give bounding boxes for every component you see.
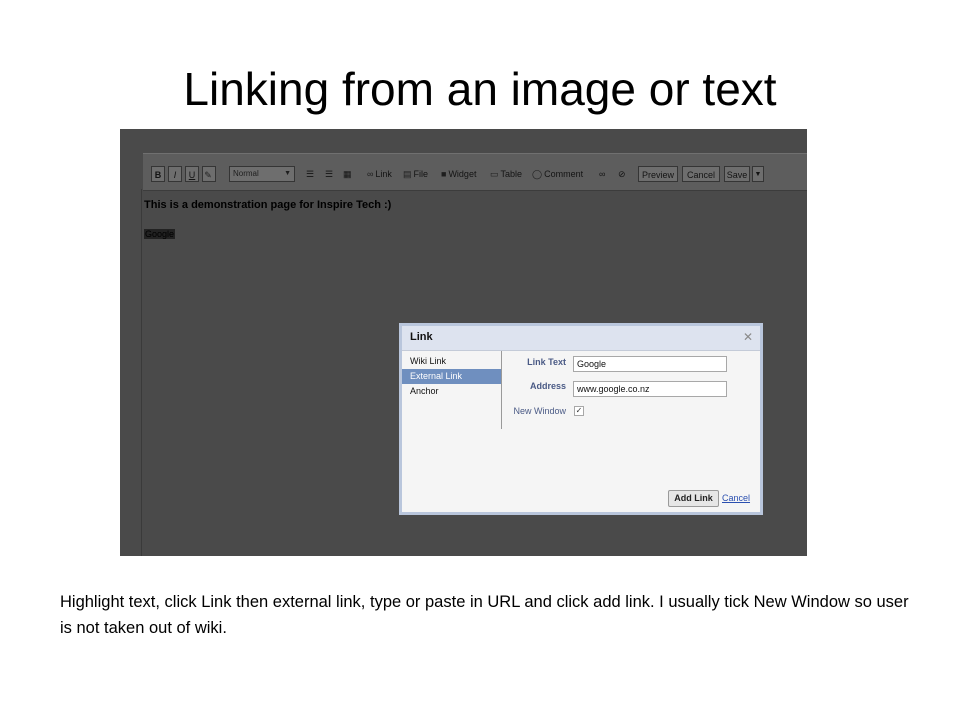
- save-menu-button[interactable]: ▼: [752, 166, 764, 182]
- italic-button[interactable]: I: [168, 166, 182, 182]
- address-input[interactable]: www.google.co.nz: [573, 381, 727, 397]
- new-window-checkbox[interactable]: ✓: [574, 406, 584, 416]
- paint-icon: ✎: [204, 170, 212, 180]
- comment-icon: ◯: [532, 169, 543, 179]
- unlink-icon[interactable]: ⊘: [618, 166, 626, 182]
- link-dialog: Link ✕ Wiki Link External Link Anchor Li…: [399, 323, 763, 515]
- cancel-button[interactable]: Cancel: [682, 166, 720, 182]
- link-text-input[interactable]: Google: [573, 356, 727, 372]
- chevron-down-icon: ▼: [284, 170, 291, 177]
- tab-wiki-link[interactable]: Wiki Link: [402, 354, 501, 369]
- table-icon: ▭: [490, 169, 499, 179]
- close-icon[interactable]: ✕: [743, 330, 753, 344]
- cancel-link[interactable]: Cancel: [722, 493, 750, 503]
- link-button[interactable]: ∞ Link: [367, 166, 392, 182]
- add-link-button[interactable]: Add Link: [668, 490, 719, 507]
- slide-title: Linking from an image or text: [183, 63, 777, 115]
- link-text-label: Link Text: [527, 357, 566, 367]
- table-button[interactable]: ▭ Table: [490, 166, 522, 182]
- numbered-list-icon[interactable]: ☰: [306, 166, 314, 182]
- bulleted-list-icon[interactable]: ☰: [325, 166, 333, 182]
- page-heading-text: This is a demonstration page for Inspire…: [144, 199, 392, 211]
- tab-external-link[interactable]: External Link: [402, 369, 501, 384]
- chevron-down-icon: ▼: [754, 171, 762, 178]
- checkmark-icon: ✓: [575, 406, 583, 415]
- new-window-label: New Window: [513, 406, 566, 416]
- link-icon: ∞: [367, 169, 374, 179]
- style-select[interactable]: Normal ▼: [229, 166, 295, 182]
- comment-button[interactable]: ◯ Comment: [532, 166, 583, 182]
- address-label: Address: [529, 381, 566, 391]
- widget-icon: ■: [441, 169, 447, 179]
- bold-button[interactable]: B: [151, 166, 165, 182]
- editor-screenshot: B I U ✎ Normal ▼ ☰ ☰ ▦ ∞ Link ▤ File ■ Widg…: [120, 129, 807, 556]
- style-select-value: Normal: [233, 169, 259, 178]
- link-tool-icon[interactable]: ∞: [599, 166, 605, 182]
- link-type-list: Wiki Link External Link Anchor: [402, 351, 502, 429]
- editor-toolbar: B I U ✎ Normal ▼ ☰ ☰ ▦ ∞ Link ▤ File ■ Widg…: [143, 153, 807, 191]
- save-button[interactable]: Save: [724, 166, 750, 182]
- dialog-titlebar: Link ✕: [402, 326, 760, 351]
- file-button[interactable]: ▤ File: [403, 166, 428, 182]
- widget-button[interactable]: ■ Widget: [441, 166, 476, 182]
- selected-text[interactable]: Google: [144, 229, 176, 239]
- tab-anchor[interactable]: Anchor: [402, 384, 501, 399]
- editor-left-border: [141, 189, 142, 556]
- slide-caption: Highlight text, click Link then external…: [60, 593, 909, 637]
- file-icon: ▤: [403, 169, 412, 179]
- preview-button[interactable]: Preview: [638, 166, 678, 182]
- text-color-button[interactable]: ✎: [202, 166, 216, 182]
- dialog-title: Link: [410, 331, 433, 343]
- image-icon[interactable]: ▦: [343, 166, 352, 182]
- underline-button[interactable]: U: [185, 166, 199, 182]
